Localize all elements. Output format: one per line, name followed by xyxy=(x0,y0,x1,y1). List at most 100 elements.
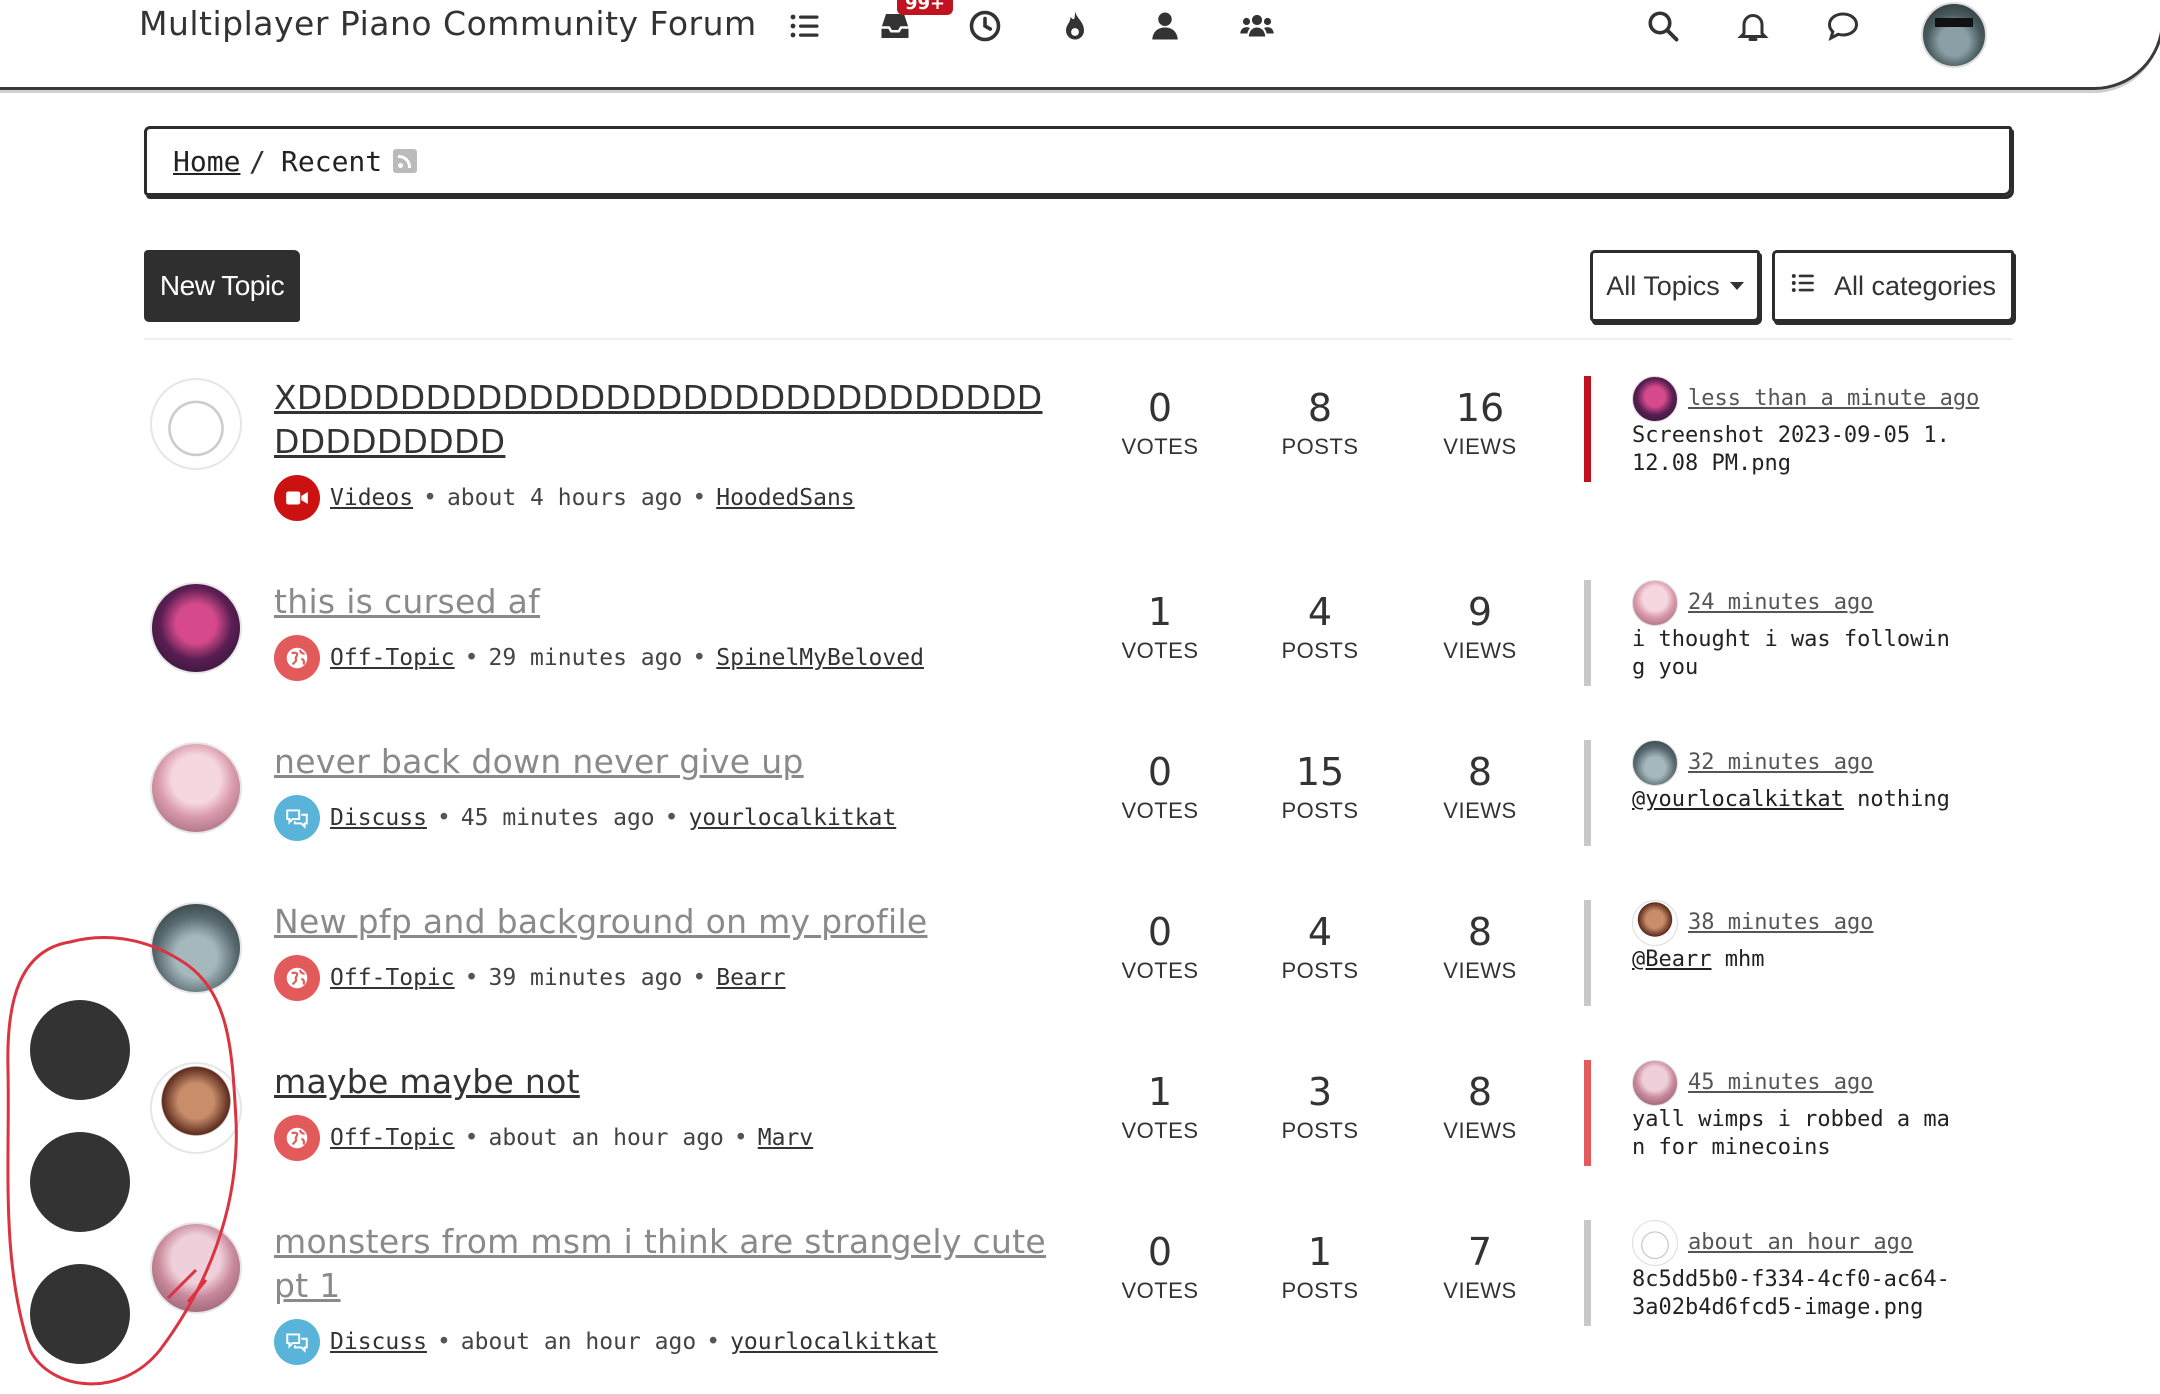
teaser-category-bar xyxy=(1584,580,1591,686)
topic-title-link[interactable]: monsters from msm i think are strangely … xyxy=(274,1220,1054,1308)
views-count: 16 xyxy=(1455,386,1505,430)
posts-count: 4 xyxy=(1307,910,1333,954)
teaser-user-avatar[interactable] xyxy=(1632,1220,1678,1266)
breadcrumb-home-link[interactable]: Home xyxy=(173,145,240,178)
topic-meta: Discuss • 45 minutes ago • yourlocalkitkat xyxy=(274,794,896,842)
notifications-bell-icon[interactable] xyxy=(1735,8,1771,44)
floating-circle-button-1[interactable] xyxy=(30,1000,130,1100)
teaser-timestamp-link[interactable]: 45 minutes ago xyxy=(1688,1070,1873,1095)
teaser-category-bar xyxy=(1584,1220,1591,1326)
topic-meta: Videos • about 4 hours ago • HoodedSans xyxy=(274,474,855,522)
topic-author-avatar[interactable] xyxy=(150,1062,242,1154)
teaser-post-preview[interactable]: @Bearr mhm xyxy=(1632,946,1962,974)
teaser-user-avatar[interactable] xyxy=(1632,580,1678,626)
teaser-timestamp-link[interactable]: 38 minutes ago xyxy=(1688,910,1873,935)
popular-fire-icon[interactable] xyxy=(1057,8,1093,44)
rss-feed-icon[interactable] xyxy=(393,149,417,173)
teaser-timestamp-link[interactable]: about an hour ago xyxy=(1688,1230,1913,1255)
topic-title-link[interactable]: XDDDDDDDDDDDDDDDDDDDDDDDDDDDDDDDDDDDDDD xyxy=(274,376,1054,464)
teaser-user-avatar[interactable] xyxy=(1632,376,1678,422)
topic-category-link[interactable]: Videos xyxy=(330,485,413,511)
views-label: VIEWS xyxy=(1443,798,1517,823)
topic-author-link[interactable]: Marv xyxy=(758,1125,813,1151)
votes-count: 0 xyxy=(1147,910,1173,954)
topic-posts-stat: 1 POSTS xyxy=(1260,1228,1380,1304)
votes-count: 0 xyxy=(1147,750,1173,794)
posts-label: POSTS xyxy=(1281,1118,1359,1143)
unread-count-badge: 99+ xyxy=(897,0,954,15)
views-label: VIEWS xyxy=(1443,434,1517,459)
meta-separator: • xyxy=(436,805,451,831)
list-divider xyxy=(144,338,2012,340)
views-label: VIEWS xyxy=(1443,1118,1517,1143)
teaser-mention-link[interactable]: @Bearr xyxy=(1632,947,1711,972)
all-topics-filter-dropdown[interactable]: All Topics xyxy=(1590,250,1760,322)
current-user-avatar[interactable] xyxy=(1921,2,1987,68)
topic-title-link[interactable]: New pfp and background on my profile xyxy=(274,900,1054,944)
teaser-post-preview[interactable]: @yourlocalkitkat nothing xyxy=(1632,786,1962,814)
globe-icon xyxy=(274,1115,320,1161)
teaser-post-preview[interactable]: Screenshot 2023-09-05 1.12.08 PM.png xyxy=(1632,422,1962,478)
posts-count: 1 xyxy=(1307,1230,1333,1274)
search-icon[interactable] xyxy=(1645,8,1681,44)
teaser-post-preview[interactable]: 8c5dd5b0-f334-4cf0-ac64-3a02b4d6fcd5-ima… xyxy=(1632,1266,1962,1322)
votes-count: 0 xyxy=(1147,1230,1173,1274)
categories-icon[interactable] xyxy=(787,8,823,44)
topic-votes-stat: 0 VOTES xyxy=(1100,748,1220,824)
user-icon[interactable] xyxy=(1147,8,1183,44)
topic-views-stat: 8 VIEWS xyxy=(1420,1068,1540,1144)
topic-author-link[interactable]: yourlocalkitkat xyxy=(730,1329,938,1355)
teaser-timestamp-link[interactable]: less than a minute ago xyxy=(1688,386,1979,411)
topic-author-avatar[interactable] xyxy=(150,742,242,834)
topic-author-avatar[interactable] xyxy=(150,582,242,674)
topic-author-avatar[interactable] xyxy=(150,902,242,994)
views-label: VIEWS xyxy=(1443,638,1517,663)
teaser-timestamp-link[interactable]: 24 minutes ago xyxy=(1688,590,1873,615)
topic-author-link[interactable]: HoodedSans xyxy=(716,485,854,511)
meta-separator: • xyxy=(423,485,437,511)
topic-meta: Discuss • about an hour ago • yourlocalkitka… xyxy=(274,1318,938,1366)
topic-category-link[interactable]: Off-Topic xyxy=(330,645,455,671)
list-icon xyxy=(1790,270,1816,303)
topic-category-link[interactable]: Off-Topic xyxy=(330,965,455,991)
topic-posts-stat: 4 POSTS xyxy=(1260,908,1380,984)
topic-title-link[interactable]: this is cursed af xyxy=(274,580,1054,624)
floating-circle-button-2[interactable] xyxy=(30,1132,130,1232)
new-topic-button[interactable]: New Topic xyxy=(144,250,300,322)
forum-brand-title[interactable]: Multiplayer Piano Community Forum xyxy=(139,4,757,43)
teaser-user-avatar[interactable] xyxy=(1632,740,1678,786)
topic-posts-stat: 8 POSTS xyxy=(1260,384,1380,460)
teaser-user-avatar[interactable] xyxy=(1632,1060,1678,1106)
comments-icon xyxy=(274,795,320,841)
teaser-text: i thought i was following you xyxy=(1632,627,1950,680)
topic-votes-stat: 1 VOTES xyxy=(1100,588,1220,664)
teaser-mention-link[interactable]: @yourlocalkitkat xyxy=(1632,787,1844,812)
views-count: 8 xyxy=(1467,750,1493,794)
teaser-timestamp-link[interactable]: 32 minutes ago xyxy=(1688,750,1873,775)
topic-category-link[interactable]: Off-Topic xyxy=(330,1125,455,1151)
breadcrumb-separator: / xyxy=(249,145,266,178)
teaser-user-avatar[interactable] xyxy=(1632,900,1678,946)
posts-label: POSTS xyxy=(1281,638,1359,663)
topic-author-link[interactable]: SpinelMyBeloved xyxy=(716,645,924,671)
chat-bubble-icon[interactable] xyxy=(1825,8,1861,44)
topic-meta: Off-Topic • about an hour ago • Marv xyxy=(274,1114,813,1162)
topic-author-link[interactable]: Bearr xyxy=(716,965,785,991)
votes-label: VOTES xyxy=(1121,1118,1199,1143)
all-categories-dropdown[interactable]: All categories xyxy=(1772,250,2014,322)
topic-author-link[interactable]: yourlocalkitkat xyxy=(689,805,897,831)
teaser-category-bar xyxy=(1584,376,1591,482)
groups-icon[interactable] xyxy=(1239,8,1275,44)
topic-title-link[interactable]: never back down never give up xyxy=(274,740,1054,784)
topic-category-link[interactable]: Discuss xyxy=(330,1329,427,1355)
recent-clock-icon[interactable] xyxy=(967,8,1003,44)
topic-title-link[interactable]: maybe maybe not xyxy=(274,1060,1054,1104)
floating-circle-button-3[interactable] xyxy=(30,1264,130,1364)
topic-category-link[interactable]: Discuss xyxy=(330,805,427,831)
topic-votes-stat: 0 VOTES xyxy=(1100,908,1220,984)
views-count: 8 xyxy=(1467,910,1493,954)
teaser-post-preview[interactable]: yall wimps i robbed a man for minecoins xyxy=(1632,1106,1962,1162)
topic-author-avatar[interactable] xyxy=(150,378,242,470)
teaser-post-preview[interactable]: i thought i was following you xyxy=(1632,626,1962,682)
topic-author-avatar[interactable] xyxy=(150,1222,242,1314)
